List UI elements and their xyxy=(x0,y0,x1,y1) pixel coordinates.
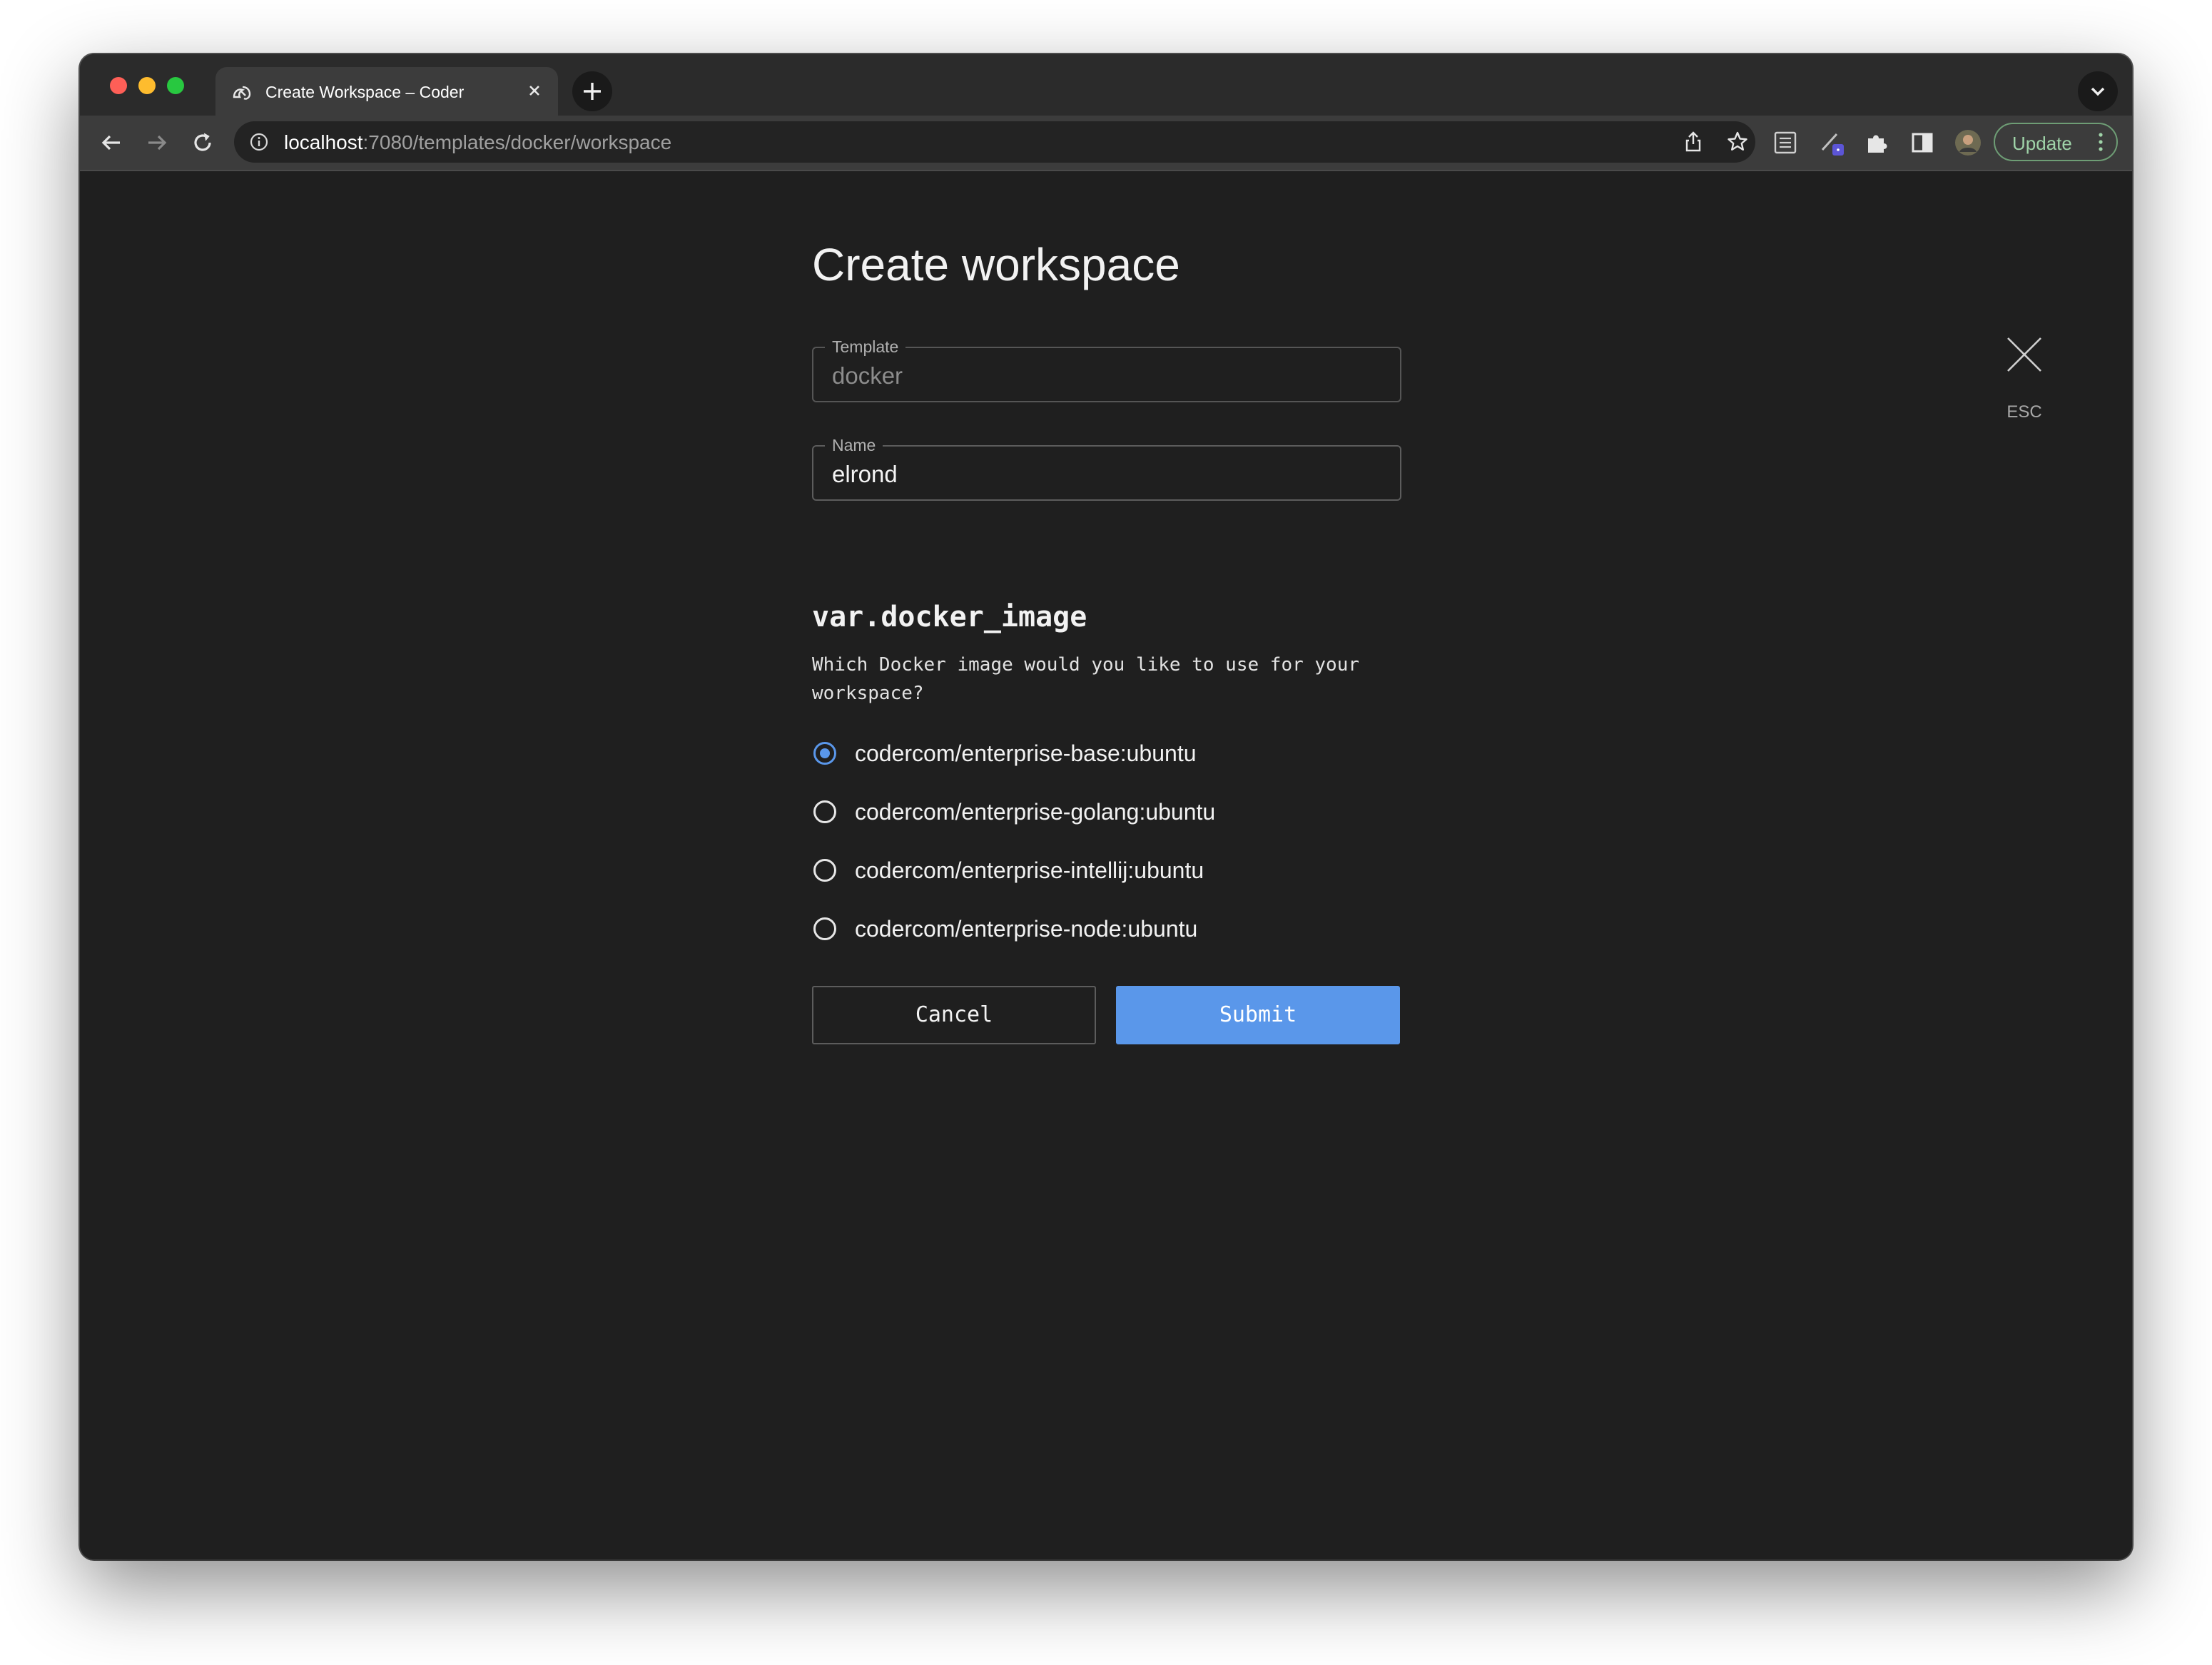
template-field-label: Template xyxy=(825,337,906,357)
radio-button[interactable] xyxy=(813,859,836,882)
update-button-label: Update xyxy=(2012,133,2072,154)
back-arrow-icon[interactable] xyxy=(96,127,127,158)
share-icon[interactable] xyxy=(1681,130,1705,154)
tab-strip: Create Workspace – Coder xyxy=(80,54,2132,117)
address-bar[interactable]: localhost:7080/templates/docker/workspac… xyxy=(234,121,1755,163)
parameter-name: var.docker_image xyxy=(812,601,1087,633)
maximize-window-button[interactable] xyxy=(167,77,184,94)
cancel-button[interactable]: Cancel xyxy=(812,986,1096,1044)
extension-pen-icon[interactable] xyxy=(1818,128,1847,157)
radio-option-enterprise-base[interactable]: codercom/enterprise-base:ubuntu xyxy=(812,738,1404,773)
new-tab-button[interactable] xyxy=(572,71,612,111)
radio-option-label[interactable]: codercom/enterprise-node:ubuntu xyxy=(855,916,1197,942)
info-icon[interactable] xyxy=(248,131,270,153)
chevron-down-icon xyxy=(2091,87,2105,96)
name-field[interactable]: Name elrond xyxy=(812,435,1401,501)
radio-button[interactable] xyxy=(813,800,836,823)
minimize-window-button[interactable] xyxy=(138,77,156,94)
name-field-value[interactable]: elrond xyxy=(832,461,898,488)
browser-window: Create Workspace – Coder localhost:7080/… xyxy=(80,54,2132,1559)
coder-logo-icon xyxy=(233,86,251,100)
bookmark-star-icon[interactable] xyxy=(1725,130,1750,154)
url-host: localhost xyxy=(284,131,363,153)
more-vertical-icon xyxy=(2099,133,2103,151)
page-title: Create workspace xyxy=(812,239,1180,290)
radio-button-selected[interactable] xyxy=(813,742,836,765)
close-icon[interactable] xyxy=(2006,337,2042,372)
radio-button[interactable] xyxy=(813,917,836,940)
radio-option-enterprise-intellij[interactable]: codercom/enterprise-intellij:ubuntu xyxy=(812,855,1404,890)
tab-title: Create Workspace – Coder xyxy=(265,83,465,101)
close-icon[interactable] xyxy=(524,80,545,101)
submit-button[interactable]: Submit xyxy=(1116,986,1400,1044)
radio-option-label[interactable]: codercom/enterprise-intellij:ubuntu xyxy=(855,857,1204,884)
reload-icon[interactable] xyxy=(187,127,218,158)
browser-tab-active[interactable]: Create Workspace – Coder xyxy=(215,67,558,117)
profile-avatar[interactable] xyxy=(1954,128,1982,157)
radio-option-enterprise-golang[interactable]: codercom/enterprise-golang:ubuntu xyxy=(812,796,1404,832)
update-button[interactable]: Update xyxy=(1994,123,2118,161)
forward-arrow-icon[interactable] xyxy=(141,127,173,158)
url-text[interactable]: localhost:7080/templates/docker/workspac… xyxy=(284,131,671,154)
side-panel-icon[interactable] xyxy=(1908,128,1937,157)
template-field: Template docker xyxy=(812,337,1401,402)
radio-option-label[interactable]: codercom/enterprise-golang:ubuntu xyxy=(855,799,1215,825)
reading-list-icon[interactable] xyxy=(1771,128,1800,157)
template-field-value: docker xyxy=(832,362,903,389)
esc-label: ESC xyxy=(2006,402,2042,422)
radio-option-enterprise-node[interactable]: codercom/enterprise-node:ubuntu xyxy=(812,913,1404,949)
parameter-description: Which Docker image would you like to use… xyxy=(812,654,1360,704)
radio-option-label[interactable]: codercom/enterprise-base:ubuntu xyxy=(855,740,1197,767)
tab-search-button[interactable] xyxy=(2078,71,2118,111)
plus-icon xyxy=(584,83,601,100)
close-window-button[interactable] xyxy=(110,77,127,94)
url-path: :7080/templates/docker/workspace xyxy=(362,131,672,153)
extensions-puzzle-icon[interactable] xyxy=(1862,128,1891,157)
name-field-label: Name xyxy=(825,435,883,455)
browser-toolbar: localhost:7080/templates/docker/workspac… xyxy=(80,116,2132,171)
